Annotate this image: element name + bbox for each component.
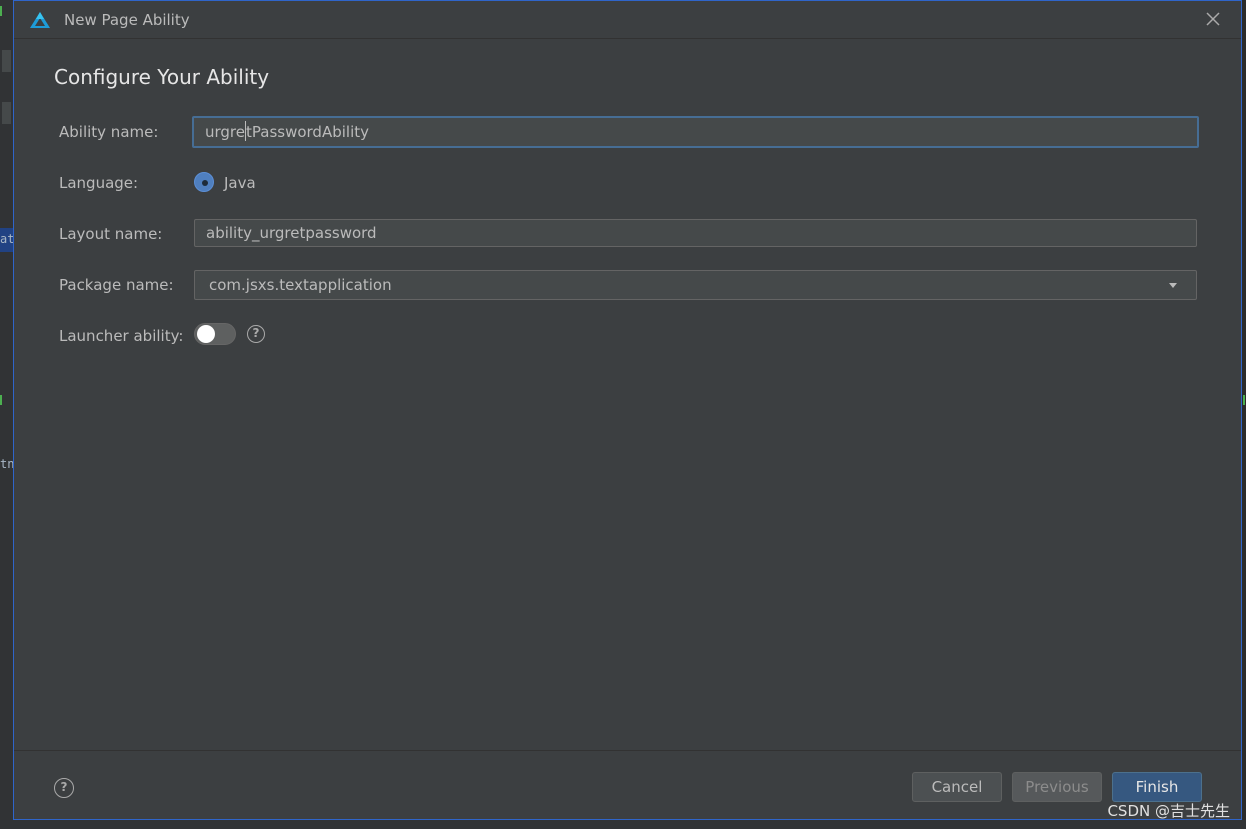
ide-status-strip — [0, 820, 1246, 829]
language-java-radio[interactable] — [194, 172, 214, 192]
language-label: Language: — [59, 174, 139, 192]
page-heading: Configure Your Ability — [54, 65, 270, 89]
layout-name-label: Layout name: — [59, 225, 163, 243]
dialog-help-icon[interactable]: ? — [54, 778, 74, 798]
ability-name-input[interactable]: urgretPasswordAbility — [192, 116, 1199, 148]
gutter-marker — [2, 50, 11, 72]
change-marker — [0, 395, 2, 405]
previous-button[interactable]: Previous — [1012, 772, 1102, 802]
chevron-down-icon — [1169, 283, 1177, 288]
package-name-dropdown[interactable]: com.jsxs.textapplication — [194, 270, 1197, 300]
toggle-knob — [197, 325, 215, 343]
cancel-button[interactable]: Cancel — [912, 772, 1002, 802]
launcher-ability-label: Launcher ability: — [59, 327, 184, 345]
ability-name-text-after-caret: tPasswordAbility — [246, 123, 369, 141]
dialog-title: New Page Ability — [64, 11, 190, 29]
finish-button[interactable]: Finish — [1112, 772, 1202, 802]
language-java-option[interactable]: Java — [224, 174, 256, 192]
launcher-help-icon[interactable]: ? — [247, 325, 265, 343]
change-marker — [1243, 395, 1245, 405]
package-name-value: com.jsxs.textapplication — [209, 276, 392, 294]
change-marker — [0, 6, 2, 16]
package-name-label: Package name: — [59, 276, 174, 294]
layout-name-input[interactable]: ability_urgretpassword — [194, 219, 1197, 247]
app-logo-icon — [30, 12, 50, 28]
ide-editor-gutter: at tn — [0, 0, 14, 829]
launcher-ability-toggle[interactable] — [194, 323, 236, 345]
ability-name-label: Ability name: — [59, 123, 159, 141]
radio-selected-dot — [202, 180, 208, 186]
close-icon[interactable] — [1203, 9, 1223, 29]
csdn-watermark: CSDN @吉士先生 — [1107, 802, 1230, 820]
new-page-ability-dialog: New Page Ability Configure Your Ability … — [13, 0, 1242, 820]
ability-name-text-before-caret: urgre — [205, 123, 245, 141]
gutter-marker — [2, 102, 11, 124]
footer-divider — [14, 750, 1241, 751]
dialog-titlebar: New Page Ability — [14, 1, 1241, 39]
